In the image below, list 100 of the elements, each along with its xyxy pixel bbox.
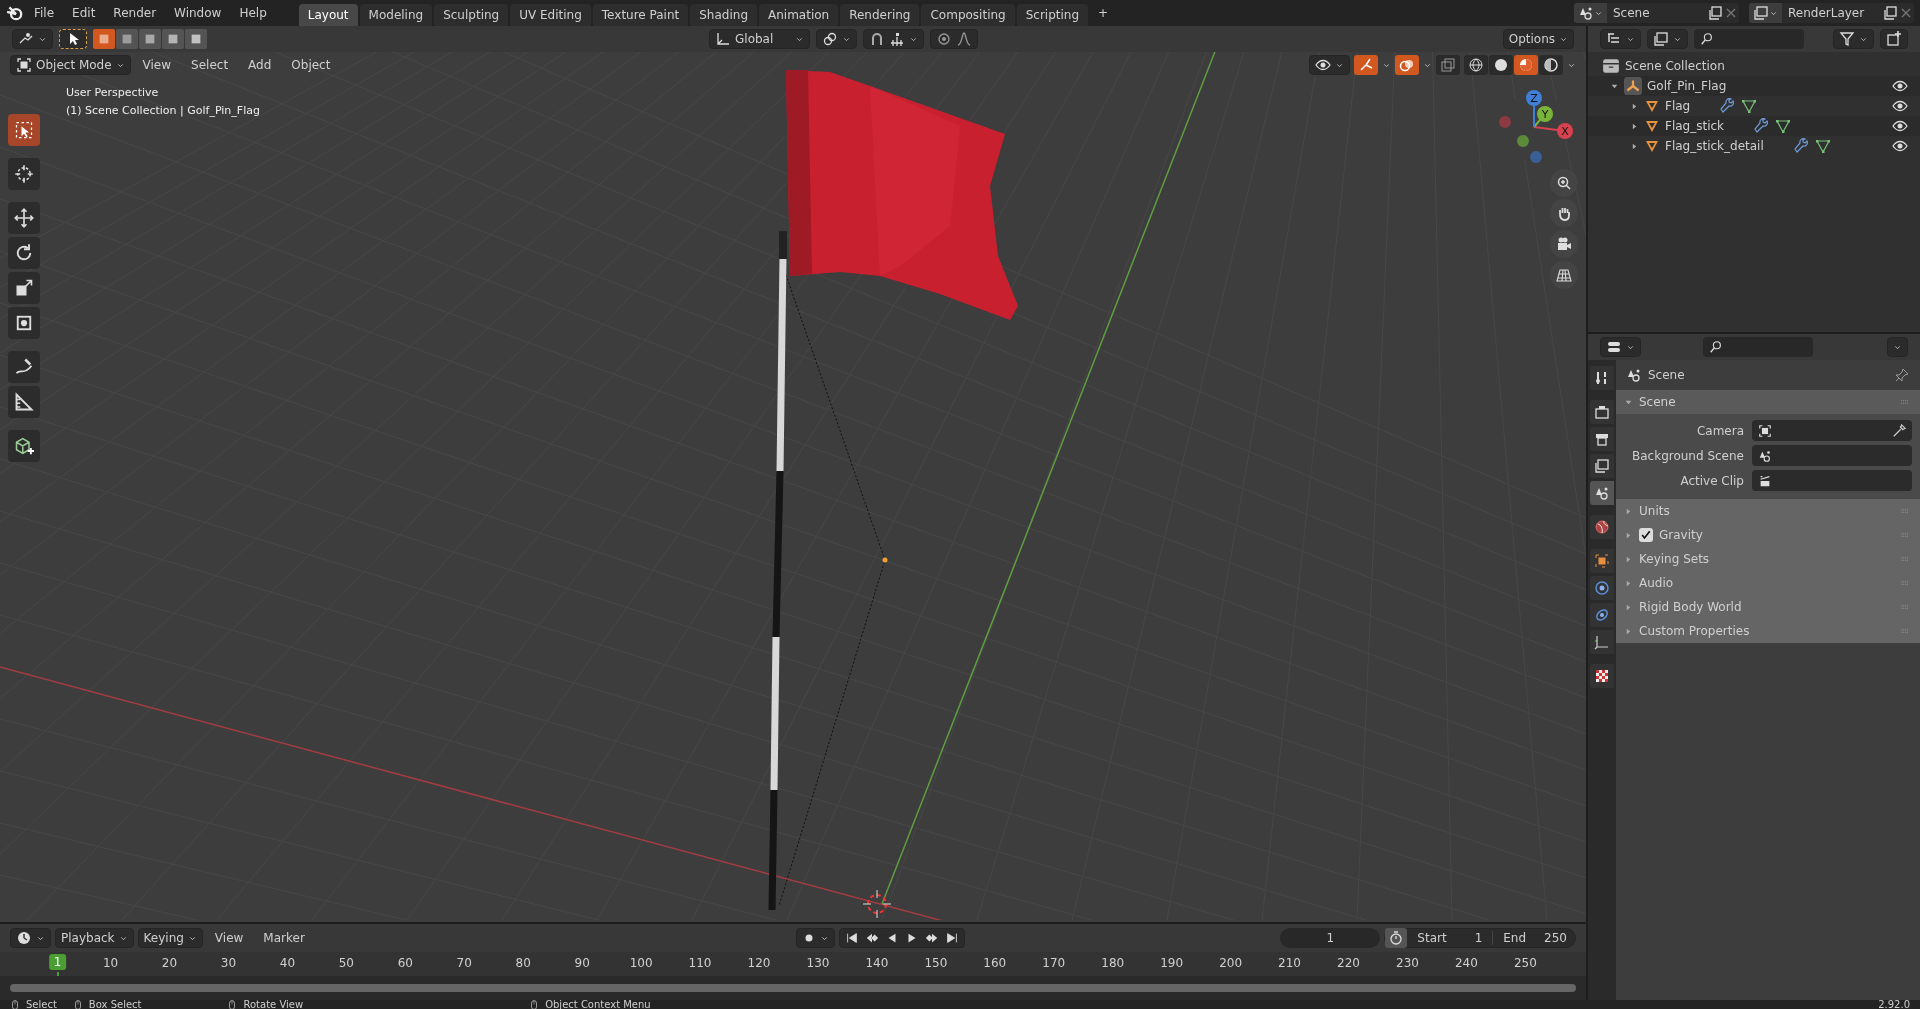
jump-end-button[interactable] xyxy=(944,931,959,945)
camera-view-button[interactable] xyxy=(1550,230,1578,258)
select-mode-button[interactable] xyxy=(162,29,184,49)
panel-title[interactable]: Audio xyxy=(1639,576,1674,590)
timeline-dropdown[interactable]: Playback xyxy=(55,928,134,948)
timeline-dropdown[interactable]: Keying xyxy=(137,928,203,948)
tool-button[interactable] xyxy=(8,202,40,234)
end-frame-field[interactable]: End 250 xyxy=(1492,931,1567,945)
menu-item[interactable]: Help xyxy=(231,3,275,23)
xray-toggle[interactable] xyxy=(1436,55,1460,75)
menu-item[interactable]: Render xyxy=(105,3,165,23)
properties-tab[interactable] xyxy=(1590,481,1614,505)
tool-button[interactable] xyxy=(8,351,40,383)
mode-dropdown[interactable]: Object Mode xyxy=(10,55,131,75)
tool-button[interactable] xyxy=(8,158,40,190)
overlay-toggle[interactable] xyxy=(1395,55,1419,75)
workspace-tab[interactable]: Layout xyxy=(298,4,358,26)
shading-mode-button[interactable] xyxy=(1489,55,1513,75)
visibility-dropdown[interactable] xyxy=(1309,55,1350,75)
properties-tab[interactable] xyxy=(1590,515,1614,539)
workspace-tab[interactable]: Animation xyxy=(759,4,839,26)
panel-title[interactable]: Rigid Body World xyxy=(1639,600,1742,614)
menu-item[interactable]: Marker xyxy=(255,928,313,948)
editor-type-button[interactable] xyxy=(12,29,53,49)
zoom-button[interactable] xyxy=(1550,169,1578,197)
properties-tab[interactable] xyxy=(1590,427,1614,451)
search-field[interactable] xyxy=(1694,29,1804,49)
orientation-dropdown[interactable]: Global xyxy=(709,29,811,49)
filter-dropdown[interactable] xyxy=(1833,29,1874,49)
auto-keying-button[interactable] xyxy=(795,928,835,948)
menu-item[interactable]: Window xyxy=(166,3,230,23)
shading-mode-button[interactable] xyxy=(1539,55,1563,75)
editor-type-button[interactable] xyxy=(1600,337,1641,357)
filter-layer-dropdown[interactable] xyxy=(1647,29,1688,49)
panel-title[interactable]: Units xyxy=(1639,504,1670,518)
menu-item[interactable]: Add xyxy=(240,55,280,75)
menu-item[interactable]: View xyxy=(206,928,252,948)
options-dropdown[interactable]: Options xyxy=(1502,29,1574,49)
input-field[interactable] xyxy=(1752,470,1912,491)
pan-button[interactable] xyxy=(1550,199,1578,227)
current-frame-field[interactable]: 1 xyxy=(1280,928,1381,948)
outliner-item[interactable]: Golf_Pin_Flag xyxy=(1647,79,1727,93)
scrollbar[interactable] xyxy=(10,984,1576,992)
select-mode-button[interactable] xyxy=(185,29,207,49)
perspective-toggle[interactable] xyxy=(1550,261,1578,289)
properties-tab[interactable] xyxy=(1590,664,1614,688)
tool-button[interactable] xyxy=(8,272,40,304)
shading-mode-button[interactable] xyxy=(1514,55,1538,75)
select-mode-button[interactable] xyxy=(116,29,138,49)
tool-button[interactable] xyxy=(8,430,40,462)
gizmo-toggle[interactable] xyxy=(1354,55,1378,75)
workspace-tab[interactable]: Sculpting xyxy=(434,4,509,26)
tool-button[interactable] xyxy=(8,114,40,146)
properties-tab[interactable] xyxy=(1590,366,1614,390)
menu-item[interactable]: File xyxy=(26,3,63,23)
workspace-tab[interactable]: Scripting xyxy=(1016,4,1089,26)
properties-tab[interactable] xyxy=(1590,454,1614,478)
properties-tab[interactable] xyxy=(1590,549,1614,573)
editor-type-button[interactable] xyxy=(10,928,51,948)
snap-dropdown[interactable] xyxy=(863,29,925,49)
workspace-tab[interactable]: Modeling xyxy=(359,4,433,26)
outliner-item[interactable]: Scene Collection xyxy=(1625,59,1725,73)
view-layer-selector[interactable]: RenderLayer xyxy=(1749,3,1914,23)
select-mode-button[interactable] xyxy=(93,29,115,49)
outliner-item[interactable]: Flag_stick xyxy=(1665,119,1725,133)
checkbox[interactable] xyxy=(1639,528,1653,542)
preview-range-button[interactable] xyxy=(1385,928,1408,948)
menu-item[interactable]: Edit xyxy=(64,3,104,23)
workspace-tab[interactable]: Compositing xyxy=(921,4,1015,26)
panel-title[interactable]: Gravity xyxy=(1659,528,1703,542)
input-field[interactable] xyxy=(1752,420,1912,441)
properties-tab[interactable] xyxy=(1590,576,1614,600)
next-keyframe-button[interactable] xyxy=(924,931,939,945)
proportional-edit-button[interactable] xyxy=(930,29,979,49)
search-field[interactable] xyxy=(1703,337,1813,357)
tool-button[interactable] xyxy=(59,29,87,49)
menu-item[interactable]: Select xyxy=(183,55,237,75)
panel-title[interactable]: Scene xyxy=(1639,395,1676,409)
start-frame-field[interactable]: Start 1 xyxy=(1417,931,1483,945)
previous-keyframe-button[interactable] xyxy=(864,931,879,945)
pivot-dropdown[interactable] xyxy=(816,29,858,49)
display-mode-dropdown[interactable] xyxy=(1600,29,1641,49)
scene-selector[interactable]: Scene xyxy=(1574,3,1739,23)
jump-start-button[interactable] xyxy=(844,931,859,945)
menu-item[interactable]: View xyxy=(134,55,180,75)
workspace-tab[interactable]: Texture Paint xyxy=(592,4,689,26)
add-workspace-button[interactable]: + xyxy=(1090,3,1117,23)
properties-tab[interactable] xyxy=(1590,400,1614,424)
select-mode-button[interactable] xyxy=(139,29,161,49)
new-collection-button[interactable] xyxy=(1880,29,1908,49)
panel-title[interactable]: Keying Sets xyxy=(1639,552,1710,566)
outliner-item[interactable]: Flag xyxy=(1665,99,1691,113)
tool-button[interactable] xyxy=(8,386,40,418)
workspace-tab[interactable]: Rendering xyxy=(840,4,920,26)
outliner-item[interactable]: Flag_stick_detail xyxy=(1665,139,1764,153)
tool-button[interactable] xyxy=(8,307,40,339)
workspace-tab[interactable]: Shading xyxy=(690,4,757,26)
workspace-tab[interactable]: UV Editing xyxy=(510,4,591,26)
menu-item[interactable]: Object xyxy=(283,55,339,75)
input-field[interactable] xyxy=(1752,445,1912,466)
